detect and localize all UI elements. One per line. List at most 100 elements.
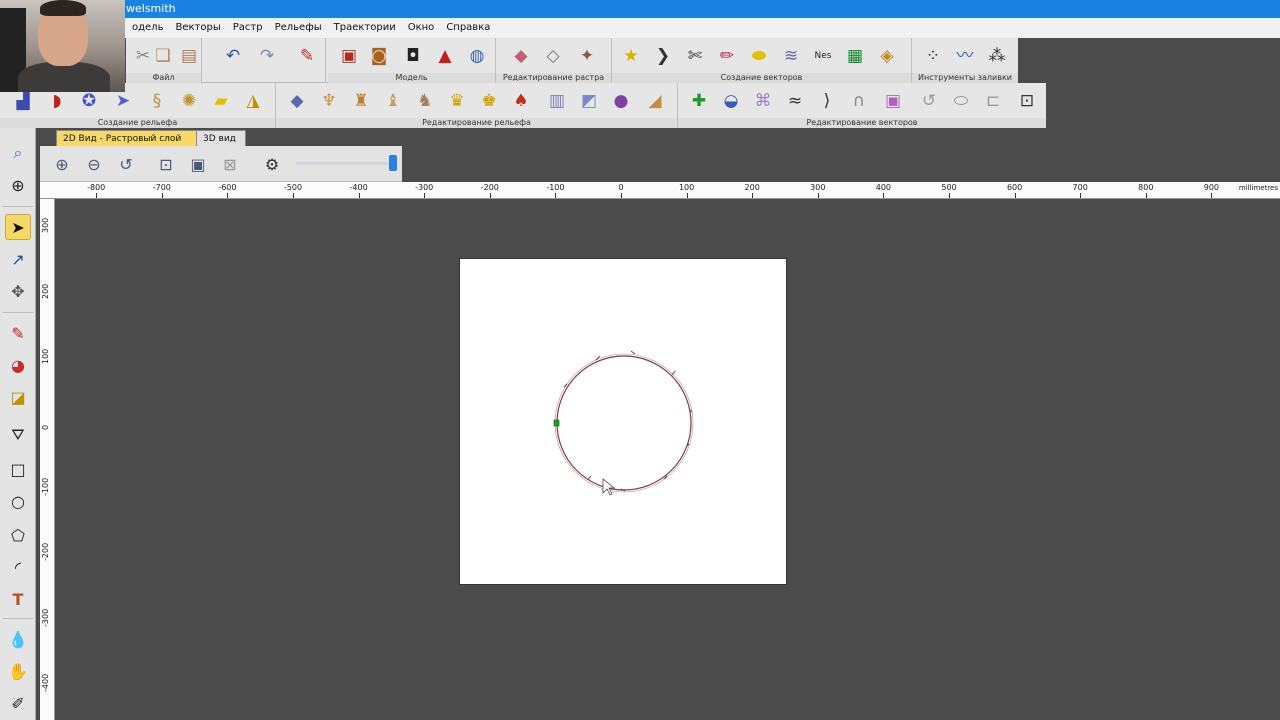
pencil-icon[interactable]: ✎ — [5, 320, 31, 346]
vector-text-grid-icon[interactable]: ▦ — [842, 43, 868, 69]
circle-vector[interactable] — [556, 355, 692, 491]
fill-dots-icon[interactable]: ⁘ — [920, 43, 946, 69]
rectangle-icon[interactable]: □ — [5, 456, 31, 482]
model-paint-icon[interactable]: ▲ — [432, 43, 458, 69]
selected-node-handle[interactable] — [553, 419, 560, 427]
relief-weave-icon[interactable]: ✺ — [176, 88, 202, 114]
relief-edit-figure1-icon[interactable]: ♆ — [316, 88, 342, 114]
vector-layers-icon[interactable]: ≋ — [778, 43, 804, 69]
tab-3d-view[interactable]: 3D вид — [196, 130, 246, 146]
ruler-h-tick — [161, 193, 163, 198]
fill-wave-icon[interactable]: 〰 — [952, 43, 978, 69]
menu-bar: одель Векторы Растр Рельефы Траектории О… — [0, 18, 1280, 38]
drawing-canvas[interactable] — [459, 258, 787, 585]
zoom-previous-icon[interactable]: ↺ — [114, 152, 138, 176]
redo-icon[interactable]: ↷ — [254, 43, 280, 69]
vector-join-icon[interactable]: ∩ — [846, 88, 872, 114]
vector-loop-icon[interactable]: ↺ — [916, 88, 942, 114]
smudge-icon[interactable]: ✋ — [5, 658, 31, 684]
relief-edit-plane-icon[interactable]: ◆ — [284, 88, 310, 114]
vector-dash-icon[interactable]: ⬭ — [948, 88, 974, 114]
ruler-h-label: 900 — [1203, 183, 1220, 192]
relief-edit-sphere-icon[interactable]: ● — [608, 88, 634, 114]
menu-toolpaths[interactable]: Траектории — [328, 18, 402, 38]
vector-transform-icon[interactable]: ⊡ — [1014, 88, 1040, 114]
model-globe-icon[interactable]: ◍ — [464, 43, 490, 69]
zoom-slider[interactable] — [296, 162, 394, 165]
relief-edit-column-icon[interactable]: ▥ — [544, 88, 570, 114]
vector-scissors-icon[interactable]: ✄ — [682, 43, 708, 69]
model-bear-black-icon[interactable]: ◘ — [400, 43, 426, 69]
vector-open-icon[interactable]: ⊏ — [980, 88, 1006, 114]
raster-eraser-icon[interactable]: ◆ — [508, 43, 534, 69]
undo-icon[interactable]: ↶ — [220, 43, 246, 69]
select-arrow-icon[interactable]: ➤ — [5, 214, 31, 240]
relief-bucket-icon[interactable]: ◮ — [240, 88, 266, 114]
zoom-fit-icon[interactable]: ▣ — [186, 152, 210, 176]
raster-brush-icon[interactable]: ✦ — [574, 43, 600, 69]
transform-icon[interactable]: ✥ — [5, 278, 31, 304]
zoom-slider-handle[interactable] — [389, 155, 397, 171]
vector-nesting-icon[interactable]: Nes — [810, 43, 836, 69]
zoom-in-icon[interactable]: ⊕ — [50, 152, 74, 176]
menu-raster[interactable]: Растр — [227, 18, 269, 38]
ruler-h-tick — [1211, 193, 1213, 198]
ruler-h-tick — [96, 193, 98, 198]
globe-view-icon[interactable]: ⊕ — [5, 172, 31, 198]
model-bear-brown-icon[interactable]: ◙ — [366, 43, 392, 69]
drop-icon[interactable]: 💧 — [5, 626, 31, 652]
vector-bracket-icon[interactable]: ⟩ — [814, 88, 840, 114]
relief-edit-figure6-icon[interactable]: ♚ — [476, 88, 502, 114]
ruler-v-label: 300 — [41, 217, 50, 234]
node-edit-icon[interactable]: ↗ — [5, 246, 31, 272]
vector-shape-icon[interactable]: ⌘ — [750, 88, 776, 114]
relief-edit-tile-icon[interactable]: ◩ — [576, 88, 602, 114]
view-settings-icon[interactable]: ⚙ — [260, 152, 284, 176]
circle-icon[interactable]: ○ — [5, 488, 31, 514]
relief-sweep-icon[interactable]: § — [144, 88, 170, 114]
text-icon[interactable]: T — [5, 586, 31, 612]
title-bar: welsmith — [0, 0, 1280, 18]
vector-offset-icon[interactable]: ✏ — [714, 43, 740, 69]
vector-wave-icon[interactable]: ≈ — [782, 88, 808, 114]
paste-icon[interactable]: ▤ — [176, 43, 202, 69]
ruler-h-label: 300 — [810, 183, 826, 192]
vector-group-icon[interactable]: ▣ — [880, 88, 906, 114]
vector-import-icon[interactable]: ◈ — [874, 43, 900, 69]
relief-edit-figure2-icon[interactable]: ♜ — [348, 88, 374, 114]
zoom-actual-size-icon[interactable]: ⊡ — [154, 152, 178, 176]
polygon-icon[interactable]: ⬠ — [5, 522, 31, 548]
arc-icon[interactable]: ◜ — [5, 554, 31, 580]
fill-bucket-icon[interactable]: ◪ — [5, 384, 31, 410]
edit-pencil-icon[interactable]: ✎ — [294, 43, 320, 69]
brush-icon[interactable]: ◕ — [5, 352, 31, 378]
relief-edit-figure5-icon[interactable]: ♛ — [444, 88, 470, 114]
menu-reliefs[interactable]: Рельефы — [269, 18, 328, 38]
tab-2d-view[interactable]: 2D Вид - Растровый слой ✕ — [56, 130, 208, 146]
relief-edit-figure3-icon[interactable]: ♝ — [380, 88, 406, 114]
menu-model[interactable]: одель — [126, 18, 169, 38]
raster-diamond-icon[interactable]: ◇ — [540, 43, 566, 69]
polyline-icon[interactable]: ⛛ — [5, 422, 31, 448]
copy-icon[interactable]: ❏ — [150, 43, 176, 69]
menu-help[interactable]: Справка — [440, 18, 496, 38]
vector-star-icon[interactable]: ★ — [618, 43, 644, 69]
vector-arc-icon[interactable]: ❯ — [650, 43, 676, 69]
knife-icon[interactable]: ✐ — [5, 690, 31, 716]
tab-2d-label: 2D Вид - Растровый слой — [63, 134, 182, 144]
zoom-window-icon[interactable]: ⌕ — [5, 140, 31, 166]
menu-window[interactable]: Окно — [402, 18, 441, 38]
relief-edit-figure4-icon[interactable]: ♞ — [412, 88, 438, 114]
relief-plane-icon[interactable]: ▰ — [208, 88, 234, 114]
vector-blend-icon[interactable]: ⬬ — [746, 43, 772, 69]
menu-vectors[interactable]: Векторы — [169, 18, 226, 38]
model-bear-icon[interactable]: ▣ — [336, 43, 362, 69]
relief-edit-knife-icon[interactable]: ◢ — [642, 88, 668, 114]
fill-nodes-icon[interactable]: ⁂ — [984, 43, 1010, 69]
zoom-extents-icon[interactable]: ⊠ — [218, 152, 242, 176]
vector-merge-icon[interactable]: ◒ — [718, 88, 744, 114]
zoom-out-icon[interactable]: ⊖ — [82, 152, 106, 176]
relief-edit-figure7-icon[interactable]: ♠ — [508, 88, 534, 114]
vector-add-icon[interactable]: ✚ — [686, 88, 712, 114]
ruler-h-label: 500 — [941, 183, 957, 192]
